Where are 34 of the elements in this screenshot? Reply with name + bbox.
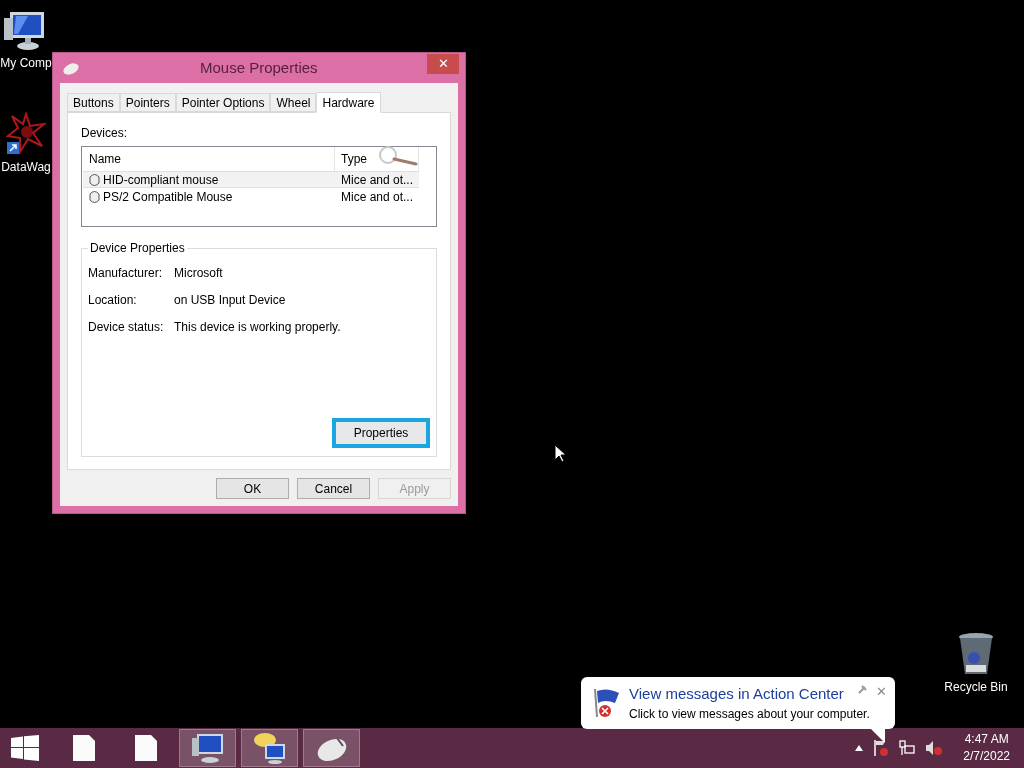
device-row[interactable]: HID-compliant mouse Mice and ot... xyxy=(83,171,419,188)
group-title: Device Properties xyxy=(89,240,186,258)
devices-label: Devices: xyxy=(81,125,128,142)
device-name: PS/2 Compatible Mouse xyxy=(103,188,233,206)
clock-date: 2/7/2022 xyxy=(963,748,1010,765)
notification-title: View messages in Action Center xyxy=(629,683,844,704)
tab[interactable]: Wheel xyxy=(270,93,317,112)
device-type: Mice and ot... xyxy=(340,171,414,189)
device-name: HID-compliant mouse xyxy=(103,171,219,189)
tab[interactable]: Pointer Options xyxy=(175,93,271,112)
tab[interactable]: Hardware xyxy=(316,92,381,113)
clock[interactable]: 4:47 AM 2/7/2022 xyxy=(963,731,1010,765)
property-label: Location: xyxy=(88,292,138,310)
tab[interactable]: Pointers xyxy=(119,93,176,112)
notification-text: Click to view messages about your computer. xyxy=(629,706,870,724)
close-button[interactable]: ✕ xyxy=(427,54,459,74)
notification-balloon[interactable]: View messages in Action Center Click to view messages about your computer. ✕ xyxy=(581,677,895,729)
dialog-button[interactable]: Cancel xyxy=(297,478,370,499)
property-value: on USB Input Device xyxy=(174,292,286,310)
tab[interactable]: Buttons xyxy=(67,93,120,112)
properties-button[interactable]: Properties xyxy=(332,418,430,448)
desktop-icon-label[interactable]: My Comp xyxy=(0,54,52,72)
clock-time: 4:47 AM xyxy=(964,731,1009,748)
property-label: Manufacturer: xyxy=(88,265,164,283)
window-title: Mouse Properties xyxy=(200,57,318,78)
device-row[interactable]: PS/2 Compatible Mouse Mice and ot... xyxy=(83,188,419,205)
close-button[interactable]: ✕ xyxy=(876,682,887,702)
property-label: Device status: xyxy=(88,319,165,337)
device-type: Mice and ot... xyxy=(340,188,414,206)
property-value: This device is working properly. xyxy=(174,319,341,337)
desktop-icon-label[interactable]: DataWag xyxy=(1,158,51,176)
desktop-icon-label[interactable]: Recycle Bin xyxy=(944,678,1008,696)
dialog-button[interactable]: OK xyxy=(216,478,289,499)
property-value: Microsoft xyxy=(174,265,223,283)
